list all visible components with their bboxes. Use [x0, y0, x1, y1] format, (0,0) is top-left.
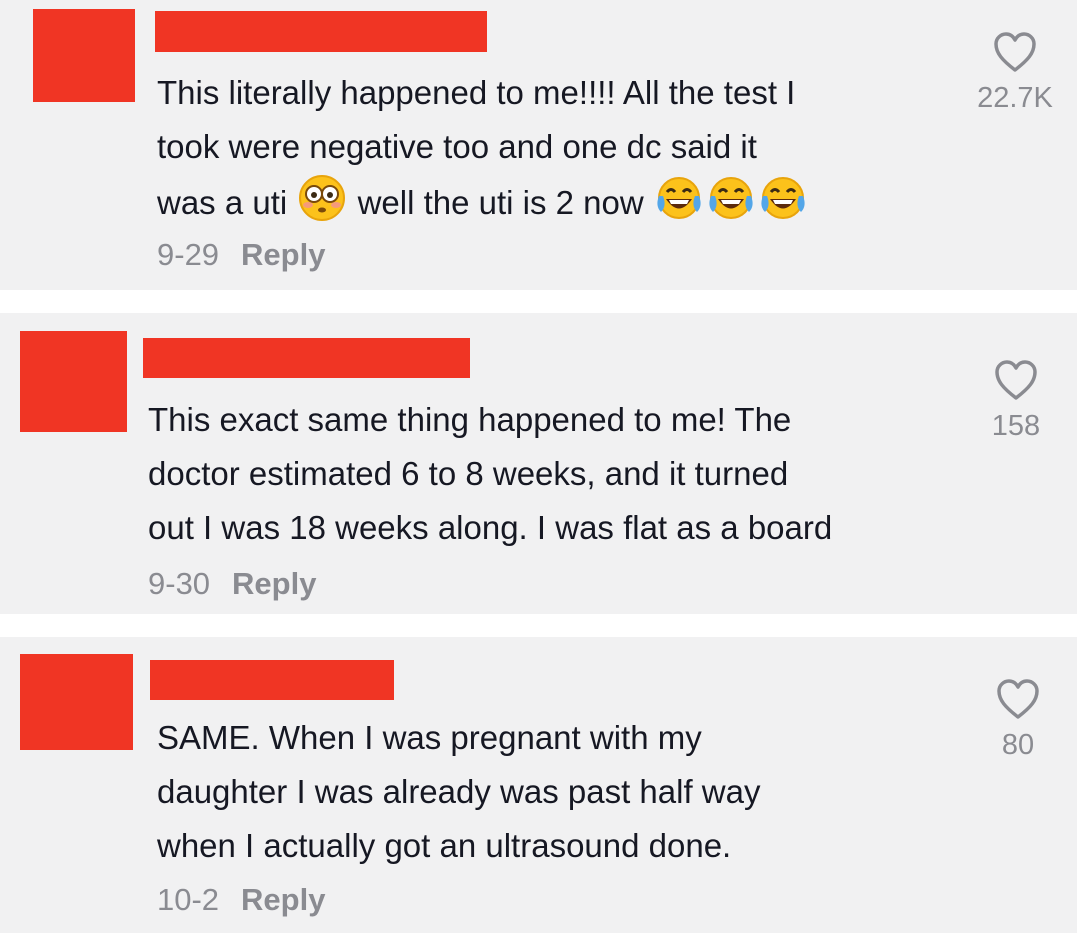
comment-line: This exact same thing happened to me! Th… [148, 401, 792, 438]
comment-text: This exact same thing happened to me! Th… [148, 393, 832, 555]
heart-icon[interactable] [993, 358, 1039, 402]
like-control: 80 [973, 677, 1063, 762]
avatar-redacted[interactable] [20, 654, 133, 750]
flushed-face-emoji [298, 174, 346, 222]
comment-line: was a uti well the uti is 2 now [157, 174, 809, 230]
comment-line: daughter I was already was past half way [157, 773, 761, 810]
like-control: 22.7K [970, 30, 1060, 115]
like-control: 158 [971, 358, 1061, 443]
comment-line: took were negative too and one dc said i… [157, 128, 757, 165]
username-redacted[interactable] [143, 338, 470, 378]
comment-text: This literally happened to me!!!! All th… [157, 66, 809, 230]
comment-line: SAME. When I was pregnant with my [157, 719, 702, 756]
comment-meta: 9-29 Reply [157, 237, 325, 273]
avatar-redacted[interactable] [33, 9, 135, 102]
comment-line: when I actually got an ultrasound done. [157, 827, 732, 864]
username-redacted[interactable] [155, 11, 487, 52]
reply-button[interactable]: Reply [232, 566, 316, 601]
reply-button[interactable]: Reply [241, 237, 325, 272]
avatar-redacted[interactable] [20, 331, 127, 432]
laughing-crying-emoji [707, 174, 755, 222]
comment-date: 9-29 [157, 237, 220, 272]
like-count: 22.7K [977, 82, 1053, 114]
comment-date: 10-2 [157, 882, 220, 917]
comment-line: out I was 18 weeks along. I was flat as … [148, 509, 833, 546]
comment-meta: 10-2 Reply [157, 882, 325, 918]
comment-date: 9-30 [148, 566, 211, 601]
reply-button[interactable]: Reply [241, 882, 325, 917]
heart-icon[interactable] [995, 677, 1041, 721]
like-count: 80 [1001, 729, 1035, 761]
comment-meta: 9-30 Reply [148, 566, 316, 602]
comment-text: SAME. When I was pregnant with my daught… [157, 711, 761, 873]
heart-icon[interactable] [992, 30, 1038, 74]
comment-card: This exact same thing happened to me! Th… [0, 313, 1077, 614]
comment-line: doctor estimated 6 to 8 weeks, and it tu… [148, 455, 789, 492]
username-redacted[interactable] [150, 660, 394, 700]
comment-card: SAME. When I was pregnant with my daught… [0, 637, 1077, 933]
comment-line: This literally happened to me!!!! All th… [157, 74, 796, 111]
like-count: 158 [991, 410, 1041, 442]
laughing-crying-emoji [655, 174, 703, 222]
comment-card: This literally happened to me!!!! All th… [0, 0, 1077, 290]
laughing-crying-emoji [759, 174, 807, 222]
